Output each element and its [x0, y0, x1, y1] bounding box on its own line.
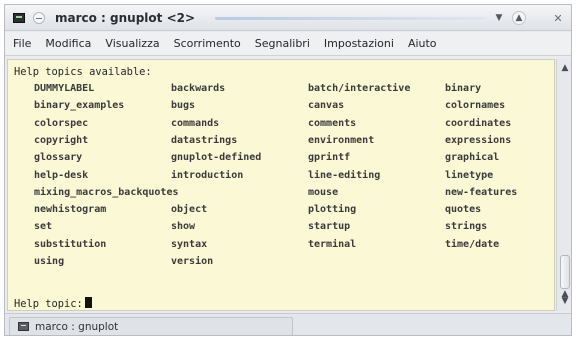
chevron-down-icon: ▼: [495, 13, 503, 23]
help-topic-item: object: [171, 204, 208, 216]
menu-visualizza[interactable]: Visualizza: [105, 37, 159, 50]
menu-impostazioni[interactable]: Impostazioni: [324, 37, 394, 50]
help-topic-item: gnuplot-defined: [171, 152, 262, 164]
help-topic-item: gprintf: [308, 152, 351, 164]
help-topic-item: mouse: [308, 186, 339, 198]
help-topic-item: bugs: [171, 100, 196, 112]
terminal-output[interactable]: Help topics available: DUMMYLABEL backwar…: [7, 59, 555, 311]
scroll-down-arrow-icon[interactable]: ▲ ▼: [557, 290, 571, 306]
menu-scorrimento[interactable]: Scorrimento: [174, 37, 241, 50]
window-menu-icon[interactable]: [33, 12, 45, 24]
help-topic-item: colornames: [445, 100, 506, 112]
help-topic-item: newhistogram: [34, 204, 107, 216]
help-topic-item: commands: [171, 117, 220, 129]
help-topic-item: set: [34, 221, 53, 233]
tab-bar: marco : gnuplot: [5, 313, 571, 335]
help-topic-item: DUMMYLABEL: [34, 83, 95, 94]
window-title: marco : gnuplot <2>: [55, 11, 196, 25]
help-prompt: Help topic:: [14, 298, 83, 310]
menu-segnalibri[interactable]: Segnalibri: [255, 37, 310, 50]
scroll-thumb[interactable]: [560, 255, 570, 289]
help-topic-item: batch/interactive: [308, 83, 411, 94]
help-topic-item: plotting: [308, 204, 357, 216]
help-topic-item: strings: [445, 221, 488, 233]
help-topic-item: time/date: [445, 238, 500, 250]
minimize-button[interactable]: ▼: [492, 11, 506, 25]
help-topic-item: help-desk: [34, 169, 89, 181]
help-topic-item: glossary: [34, 152, 83, 164]
help-topic-item: line-editing: [308, 169, 381, 181]
menu-aiuto[interactable]: Aiuto: [408, 37, 437, 50]
help-topic-item: syntax: [171, 238, 208, 250]
tab-label: marco : gnuplot: [35, 320, 119, 333]
help-topic-item: comments: [308, 117, 357, 129]
close-icon: ✕: [553, 11, 563, 25]
help-topic-item: substitution: [34, 238, 107, 250]
help-topic-item: introduction: [171, 169, 244, 181]
menu-file[interactable]: File: [13, 37, 31, 50]
help-topic-item: coordinates: [445, 117, 512, 129]
menu-bar: File Modifica Visualizza Scorrimento Seg…: [5, 32, 571, 56]
text-cursor: [84, 297, 92, 308]
help-topic-item: binary_examples: [34, 100, 125, 112]
help-topic-item: backwards: [171, 83, 226, 94]
help-topic-item: expressions: [445, 134, 512, 146]
title-bar[interactable]: marco : gnuplot <2> ▼ ▲ ✕: [5, 5, 571, 31]
maximize-button[interactable]: ▲: [512, 11, 526, 25]
help-topic-item: mixing_macros_backquotes: [34, 186, 179, 198]
chevron-up-icon: ▲: [515, 13, 523, 23]
help-topic-item: graphical: [445, 152, 500, 164]
tab-marco-gnuplot[interactable]: marco : gnuplot: [9, 317, 293, 335]
help-topic-item: startup: [308, 221, 351, 233]
vertical-scrollbar[interactable]: ▲ ▲ ▼: [556, 59, 571, 311]
help-topic-item: new-features: [445, 186, 518, 198]
help-topic-item: linetype: [445, 169, 494, 181]
help-topic-item: binary: [445, 83, 482, 94]
close-button[interactable]: ✕: [551, 11, 565, 25]
help-topic-item: canvas: [308, 100, 345, 112]
help-topic-item: copyright: [34, 134, 89, 146]
help-prompt-line[interactable]: Help topic:: [14, 297, 92, 310]
help-topic-item: datastrings: [171, 134, 238, 146]
help-topic-item: environment: [308, 134, 375, 146]
terminal-icon: [13, 13, 25, 23]
help-header: Help topics available:: [14, 66, 152, 78]
help-topic-item: quotes: [445, 204, 482, 216]
help-topic-item: terminal: [308, 238, 357, 250]
title-decoration: [215, 17, 485, 20]
terminal-window: marco : gnuplot <2> ▼ ▲ ✕ File Modifica …: [4, 4, 572, 336]
help-topic-item: version: [171, 256, 214, 267]
terminal-icon: [18, 322, 29, 331]
help-topic-item: using: [34, 256, 65, 267]
menu-modifica[interactable]: Modifica: [45, 37, 91, 50]
help-topic-item: show: [171, 221, 196, 233]
scroll-up-arrow-icon[interactable]: ▲: [557, 61, 571, 75]
help-topic-item: colorspec: [34, 117, 89, 129]
